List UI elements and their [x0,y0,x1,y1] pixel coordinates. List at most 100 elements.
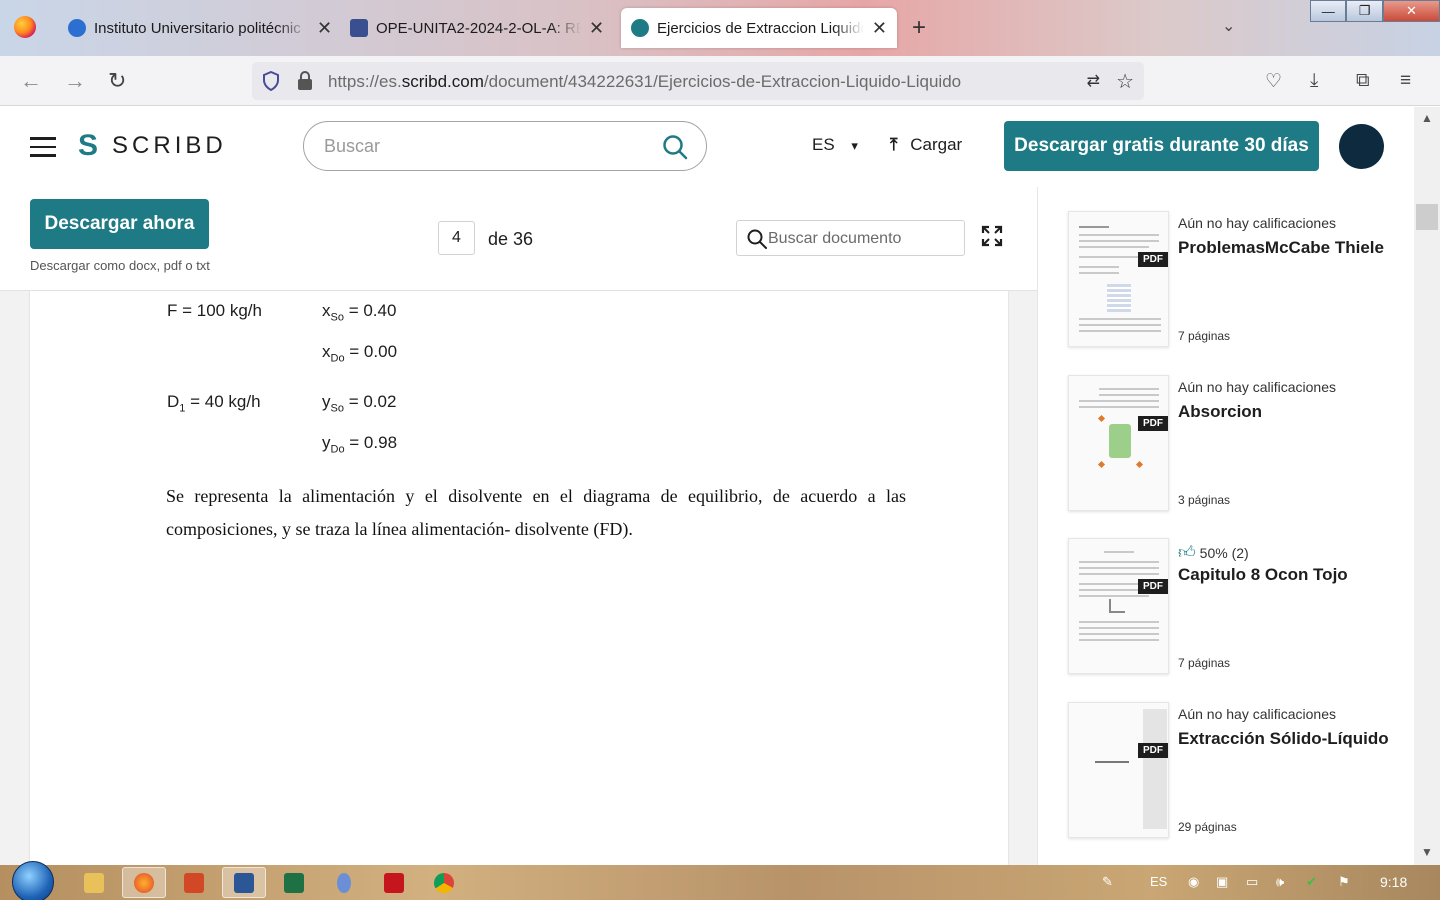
rating-text: Aún no hay calificaciones [1178,706,1336,722]
browser-tab-instituto[interactable]: Instituto Universitario politécnic ✕ [58,8,342,48]
related-document-card[interactable]: PDF Aún no hay calificaciones ProblemasM… [1068,211,1408,347]
back-arrow-icon[interactable]: ← [20,68,42,94]
document-search-input[interactable]: Buscar documento [736,220,965,256]
download-formats-text: Descargar como docx, pdf o txt [30,258,210,273]
word-icon[interactable] [222,867,266,898]
shield-icon[interactable] [262,71,280,91]
url-text[interactable]: https://es.scribd.com/document/434222631… [328,72,961,92]
close-tab-icon[interactable]: ✕ [317,18,332,39]
devices-icon[interactable]: ▣ [1216,874,1228,890]
plus-icon[interactable]: + [912,14,926,42]
related-document-card[interactable]: PDF Aún no hay calificaciones Extracción… [1068,702,1408,838]
related-document-title[interactable]: Extracción Sólido-Líquido [1178,729,1389,749]
powerpoint-icon[interactable] [172,867,216,898]
clock[interactable]: 9:18 [1380,874,1407,890]
related-document-title[interactable]: Absorcion [1178,402,1262,422]
related-document-title[interactable]: Capitulo 8 Ocon Tojo [1178,565,1348,585]
related-document-title[interactable]: ProblemasMcCabe Thiele [1178,238,1384,258]
lock-icon[interactable] [296,71,314,91]
scribd-logo[interactable]: S SCRIBD [78,129,227,163]
close-window-icon[interactable]: ✕ [1382,0,1440,22]
equation-ydo: yDo = 0.98 [322,433,398,456]
related-documents-sidebar: PDF Aún no hay calificaciones ProblemasM… [1037,187,1414,865]
close-tab-icon[interactable]: ✕ [589,18,604,39]
page-number-input[interactable]: 4 [438,221,475,255]
pdf-badge: PDF [1138,416,1168,431]
app-icon[interactable] [322,867,366,898]
maximize-icon[interactable]: ❐ [1346,0,1383,22]
fullscreen-icon[interactable] [981,225,1003,247]
search-icon[interactable] [662,134,688,160]
pocket-icon[interactable]: ♡ [1265,70,1282,93]
tab-title: Ejercicios de Extraccion Liquido [657,19,864,37]
firefox-icon[interactable] [122,867,166,898]
chrome-icon[interactable] [422,867,466,898]
tab-favicon-icon [68,19,86,37]
sync-icon[interactable]: ✔ [1306,874,1317,890]
equation-yso: ySo = 0.02 [322,392,397,415]
browser-tab-ope[interactable]: OPE-UNITA2-2024-2-OL-A: REV ✕ [340,8,614,48]
browser-tab-strip: Instituto Universitario politécnic ✕ OPE… [0,0,1440,56]
scroll-down-icon[interactable]: ▼ [1421,845,1433,859]
rating-text: Aún no hay calificaciones [1178,379,1336,395]
volume-icon[interactable]: 🕪︎ [1276,874,1284,890]
search-icon [747,229,767,249]
site-search-input[interactable]: Buscar [303,121,707,171]
reload-icon[interactable]: ↻ [108,68,126,94]
action-center-icon[interactable]: ✎ [1102,874,1113,890]
display-icon[interactable]: ▭ [1246,874,1258,890]
scribd-logo-icon: S [78,129,99,162]
hamburger-menu-icon[interactable] [30,137,56,157]
document-paragraph: Se representa la alimentación y el disol… [166,486,906,539]
logo-wordmark: SCRIBD [112,132,227,159]
start-button[interactable] [12,861,54,900]
upload-button[interactable]: ⤒ Cargar [890,135,962,155]
tab-favicon-icon [631,19,649,37]
menu-icon[interactable]: ≡ [1400,70,1411,92]
page-scrollbar[interactable]: ▲ ▼ [1414,107,1440,865]
document-thumbnail[interactable]: PDF [1068,375,1169,511]
file-explorer-icon[interactable] [72,867,116,898]
download-icon[interactable]: ⤓ [1310,70,1318,92]
address-bar[interactable]: https://es.scribd.com/document/434222631… [252,62,1144,100]
windows-taskbar: ✎ ES ◉ ▣ ▭ 🕪︎ ✔ ⚑ 9:18 [0,861,1440,900]
document-viewer[interactable]: F = 100 kg/h xSo = 0.40 xDo = 0.00 D1 = … [0,291,1037,865]
star-icon[interactable]: ☆ [1116,69,1134,94]
document-page: F = 100 kg/h xSo = 0.40 xDo = 0.00 D1 = … [30,291,1008,865]
window-controls: — ❐ ✕ [1310,0,1440,22]
excel-icon[interactable] [272,867,316,898]
document-thumbnail[interactable]: PDF [1068,538,1169,674]
acrobat-icon[interactable] [372,867,416,898]
related-document-card[interactable]: PDF 👍︎ 50% (2) Capitulo 8 Ocon Tojo 7 pá… [1068,538,1408,674]
scrollbar-thumb[interactable] [1416,204,1438,230]
minimize-icon[interactable]: — [1310,0,1347,22]
firefox-menu-icon[interactable] [14,16,36,38]
free-trial-download-button[interactable]: Descargar gratis durante 30 días [1004,121,1319,171]
rating-text: 👍︎ 50% (2) [1178,543,1249,562]
equation-xso: xSo = 0.40 [322,301,397,324]
network-icon[interactable]: ◉ [1188,874,1199,890]
close-tab-icon[interactable]: ✕ [872,18,887,39]
pdf-badge: PDF [1138,252,1168,267]
equation-xdo: xDo = 0.00 [322,342,398,365]
browser-tab-scribd[interactable]: Ejercicios de Extraccion Liquido ✕ [621,8,897,48]
translate-icon[interactable]: ⇄ [1087,71,1100,91]
scroll-up-icon[interactable]: ▲ [1421,111,1433,125]
forward-arrow-icon[interactable]: → [64,68,86,94]
flag-icon[interactable]: ⚑ [1338,874,1350,890]
extensions-icon[interactable]: ⧉ [1356,70,1370,92]
chevron-down-icon: ▾ [851,138,858,153]
download-now-button[interactable]: Descargar ahora [30,199,209,249]
page-count: 7 páginas [1178,656,1231,670]
language-indicator[interactable]: ES [1150,874,1167,889]
chevron-down-icon[interactable]: ⌄ [1222,16,1235,36]
rating-text: Aún no hay calificaciones [1178,215,1336,231]
avatar[interactable] [1339,124,1384,169]
upload-icon: ⤒ [890,135,898,154]
search-placeholder: Buscar [324,136,381,156]
related-document-card[interactable]: PDF Aún no hay calificaciones Absorcion … [1068,375,1408,511]
document-thumbnail[interactable]: PDF [1068,702,1169,838]
language-selector[interactable]: ES ▾ [812,135,858,155]
document-thumbnail[interactable]: PDF [1068,211,1169,347]
scribd-header: S SCRIBD Buscar ES ▾ ⤒ Cargar Descargar … [0,107,1414,187]
